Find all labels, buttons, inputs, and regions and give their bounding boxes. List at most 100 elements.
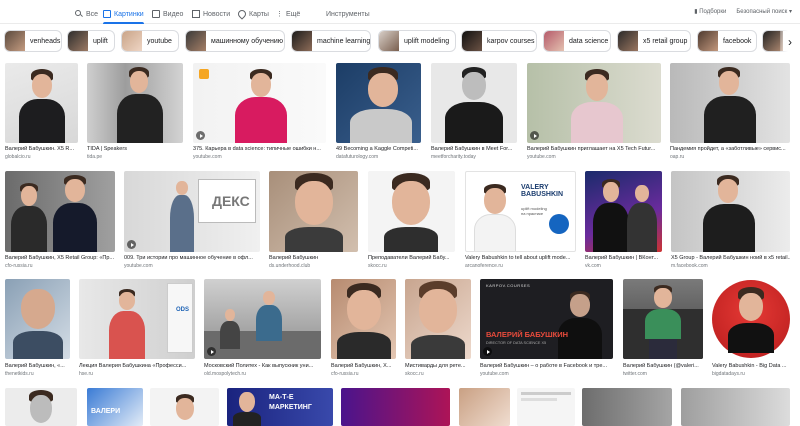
image-result[interactable]: Valery Babushkin - Big Data ... bigdatad… <box>712 279 790 379</box>
chip-karpov-courses[interactable]: karpov courses <box>461 30 537 52</box>
image-result[interactable]: Валерий Бабушкин в Meet For... meetforch… <box>431 63 517 163</box>
banner-name-ru: ВАЛЕРИЙ БАБУШКИН <box>486 330 568 339</box>
result-thumbnail <box>87 63 183 143</box>
result-source: youtube.com <box>124 263 153 269</box>
result-caption: Valery Babushkin - Big Data ... <box>712 363 787 369</box>
related-chips: venheads uplift youtube машинному обучен… <box>0 28 800 56</box>
image-result[interactable] <box>459 388 510 426</box>
chip-x5-retail-group[interactable]: x5 retail group <box>617 30 691 52</box>
image-result[interactable]: Преподаватели Валерий Бабу... skocc.ru <box>368 171 455 271</box>
result-thumbnail: VALERY BABUSHKIN uplift modeling на практ… <box>465 171 576 252</box>
image-result[interactable]: Валерий Бабушкин (@valeri... twitter.com <box>623 279 703 379</box>
image-result[interactable]: Валерий Бабушкин | ВКонт... vk.com <box>585 171 662 271</box>
banner-math: МА-Т-Е <box>269 394 294 401</box>
image-result[interactable]: 49 Becoming a Kaggle Competi... datafutu… <box>336 63 421 163</box>
result-thumbnail: KARPOV.COURSES ВАЛЕРИЙ БАБУШКИН DIRECTOR… <box>480 279 613 359</box>
image-result[interactable]: Валерий Бабушкин ds.underhood.club <box>269 171 358 271</box>
image-result[interactable]: ДЕКС 009. Три истории про машинное обуче… <box>124 171 260 271</box>
result-thumbnail <box>527 63 661 143</box>
chip-label: karpov courses <box>487 37 535 45</box>
result-thumbnail: ODS <box>79 279 195 359</box>
collections-link[interactable]: ▮ Подборки <box>694 8 726 15</box>
chip-data-science[interactable]: data science <box>543 30 611 52</box>
result-caption: 375. Карьера в data science: типичные ош… <box>193 146 321 152</box>
result-caption: Валерий Бабушкин приглашает на X5 Tech F… <box>527 146 656 152</box>
result-source: vk.com <box>585 263 601 269</box>
result-thumbnail <box>193 63 326 143</box>
safesearch-dropdown[interactable]: Безопасный поиск ▾ <box>736 8 792 15</box>
chip-label: facebook <box>723 37 752 45</box>
collections-label: Подборки <box>699 9 727 15</box>
banner-note: uplift modeling на практике <box>521 206 547 216</box>
chip-thumbnail <box>379 31 399 51</box>
tab-images[interactable]: Картинки <box>103 6 144 24</box>
image-result[interactable] <box>341 388 450 426</box>
chips-next-button[interactable]: › <box>780 28 800 56</box>
result-source: ds.underhood.club <box>269 263 311 269</box>
chip-machine-learning[interactable]: machine learning <box>291 30 371 52</box>
result-thumbnail <box>336 63 421 143</box>
chip-ml-ru[interactable]: машинному обучению <box>185 30 285 52</box>
tab-video[interactable]: Видео <box>152 6 183 22</box>
result-caption: Валерий Бабушкин, X... <box>331 363 392 369</box>
result-caption: Валерий Бабушкин | ВКонт... <box>585 255 659 261</box>
tab-all-label: Все <box>86 10 99 18</box>
result-caption: Валерий Бабушкин <box>269 255 319 261</box>
result-thumbnail <box>585 171 662 252</box>
result-thumbnail <box>150 388 219 426</box>
image-result[interactable] <box>5 388 77 426</box>
result-thumbnail <box>431 63 517 143</box>
image-result[interactable]: Мистиварды для рете... skocc.ru <box>405 279 471 379</box>
image-result[interactable]: KARPOV.COURSES ВАЛЕРИЙ БАБУШКИН DIRECTOR… <box>480 279 613 379</box>
tab-all[interactable]: Все <box>75 6 98 22</box>
chip-uplift[interactable]: uplift <box>67 30 115 52</box>
image-result[interactable]: ВАЛЕРИ <box>87 388 143 426</box>
chip-thumbnail <box>544 31 564 51</box>
result-source: skocc.ru <box>368 263 387 269</box>
image-result[interactable] <box>517 388 575 426</box>
tab-video-label: Видео <box>163 10 184 18</box>
chip-facebook[interactable]: facebook <box>697 30 757 52</box>
result-caption: Валерий Бабушкин (@valeri... <box>623 363 699 369</box>
chip-label: machine learning <box>317 37 371 45</box>
chip-thumbnail <box>698 31 718 51</box>
chip-thumbnail <box>5 31 25 51</box>
image-result[interactable]: Валерий Бабушкин. X5 R... globalcio.ru <box>5 63 78 163</box>
image-result[interactable] <box>582 388 672 426</box>
result-thumbnail <box>331 279 396 359</box>
image-result[interactable]: Валерий Бабушкин, X... cfo-russia.ru <box>331 279 396 379</box>
image-result[interactable]: Валерий Бабушкин приглашает на X5 Tech F… <box>527 63 661 163</box>
image-result[interactable]: МА-Т-Е МАРКЕТИНГ <box>227 388 333 426</box>
image-result[interactable]: 375. Карьера в data science: типичные ош… <box>193 63 326 163</box>
chip-venheads[interactable]: venheads <box>4 30 62 52</box>
result-caption: Valery Babushkin to tell about uplift mo… <box>465 255 571 261</box>
result-source: oap.ru <box>670 154 685 160</box>
image-result[interactable]: VALERY BABUSHKIN uplift modeling на практ… <box>465 171 576 271</box>
result-thumbnail <box>5 63 78 143</box>
result-source: globalcio.ru <box>5 154 31 160</box>
result-caption: 49 Becoming a Kaggle Competi... <box>336 146 418 152</box>
result-source: cfo-russia.ru <box>331 371 359 377</box>
image-result[interactable]: Валерий Бабушкин, «... thenetkids.ru <box>5 279 70 379</box>
image-result[interactable] <box>150 388 219 426</box>
chip-youtube[interactable]: youtube <box>121 30 179 52</box>
result-thumbnail <box>670 63 790 143</box>
image-result[interactable]: TIDA | Speakers tida.pe <box>87 63 183 163</box>
chip-uplift-modeling[interactable]: uplift modeling <box>378 30 456 52</box>
tab-news[interactable]: Новости <box>192 6 230 22</box>
tab-more[interactable]: ⋮ Ещё <box>276 6 300 22</box>
result-thumbnail: ДЕКС <box>124 171 260 252</box>
result-source: youtube.com <box>193 154 222 160</box>
tab-maps[interactable]: Карты <box>236 6 269 22</box>
image-result[interactable]: Валерий Бабушкин, X5 Retail Group: «Пр..… <box>5 171 115 271</box>
image-result[interactable] <box>681 388 790 426</box>
tools-button[interactable]: Инструменты <box>326 6 370 22</box>
result-caption: Валерий Бабушкин в Meet For... <box>431 146 513 152</box>
safesearch-label: Безопасный поиск <box>736 9 788 15</box>
image-result[interactable]: Московский Политех - Как выпускник уни..… <box>204 279 321 379</box>
image-result[interactable]: X5 Group - Валерий Бабушкин ноий в x5 re… <box>671 171 790 271</box>
image-result[interactable]: Пандемия пройдет, а «заботливые» сервис.… <box>670 63 790 163</box>
image-result[interactable]: ODS Лекция Валерия Бабушкина «Професси..… <box>79 279 195 379</box>
ods-logo: ODS <box>175 307 189 313</box>
result-caption: Преподаватели Валерий Бабу... <box>368 255 450 261</box>
